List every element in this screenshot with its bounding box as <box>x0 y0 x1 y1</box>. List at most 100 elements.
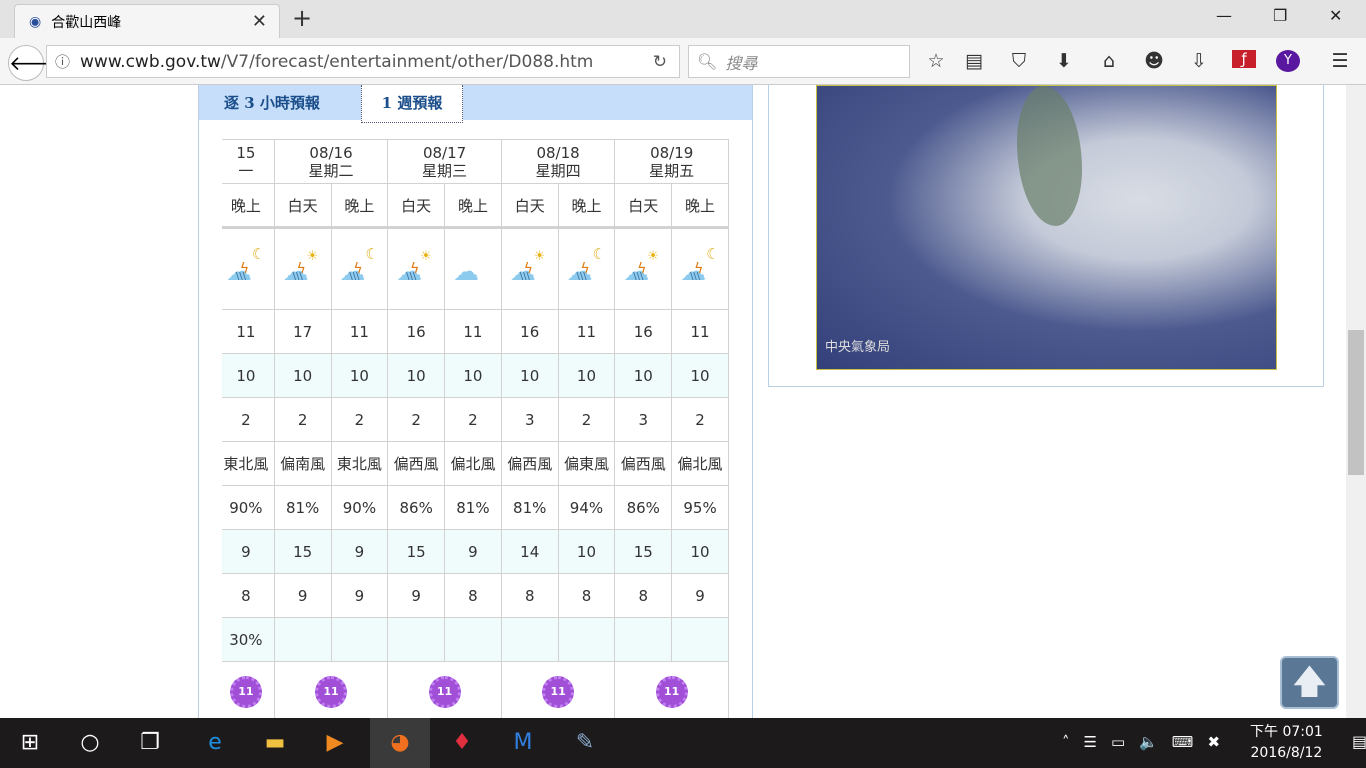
data-cell: 2 <box>444 397 502 442</box>
data-cell: 94% <box>557 485 616 530</box>
data-cell: 81% <box>444 485 502 530</box>
search-input[interactable]: 🔍︎ 搜尋 <box>688 45 910 78</box>
data-cell: 11 <box>222 309 275 354</box>
data-cell <box>444 617 502 662</box>
back-to-top-button[interactable]: 🡅 <box>1280 656 1339 709</box>
bookmark-star-icon[interactable]: ☆ <box>924 50 948 72</box>
data-cell: 10 <box>222 353 275 398</box>
reading-list-icon[interactable]: ▤ <box>962 50 986 72</box>
data-cell: 11 <box>671 309 729 354</box>
download-helper-icon[interactable]: ⇩ <box>1187 50 1211 72</box>
data-cell: 10 <box>671 353 729 398</box>
table-row: 30% <box>222 617 729 662</box>
data-cell: 10 <box>614 353 673 398</box>
data-cell: 2 <box>557 397 616 442</box>
data-cell: 9 <box>387 573 446 618</box>
data-cell: 8 <box>444 573 502 618</box>
data-cell: 81% <box>273 485 332 530</box>
data-cell <box>671 617 729 662</box>
tab-title: 合歡山西峰 <box>51 14 122 31</box>
data-cell: 偏西風 <box>387 441 446 486</box>
info-icon[interactable]: ⓘ <box>55 51 70 72</box>
satellite-image[interactable]: 中央氣象局 <box>816 85 1277 370</box>
data-cell: 11 <box>444 309 502 354</box>
search-icon: 🔍︎ <box>697 52 718 71</box>
data-cell: 8 <box>557 573 616 618</box>
system-tray-icons[interactable]: ˄☰▭🔈⌨✖ <box>1062 733 1234 751</box>
firefox-icon[interactable]: ◕ <box>385 730 415 755</box>
data-cell: 15 <box>273 529 332 574</box>
date-header: 08/19 星期五 <box>614 139 729 184</box>
clock[interactable]: 下午 07:01 2016/8/12 <box>1250 722 1323 764</box>
data-cell: 10 <box>444 353 502 398</box>
new-tab-button[interactable]: + <box>292 4 312 32</box>
scrollbar-thumb[interactable] <box>1348 330 1364 475</box>
task-view-icon[interactable]: ❐ <box>135 730 165 755</box>
data-cell: 偏北風 <box>671 441 729 486</box>
data-cell <box>500 617 559 662</box>
data-cell: 11 <box>557 309 616 354</box>
data-cell: 9 <box>222 529 275 574</box>
paint-icon[interactable]: ✎ <box>570 730 600 755</box>
restore-button[interactable]: ❐ <box>1273 6 1287 25</box>
chat-icon[interactable]: ☻ <box>1142 50 1166 72</box>
uv-index-icon: 11 <box>387 661 502 718</box>
date-header: 08/18 星期四 <box>500 139 616 184</box>
home-icon[interactable]: ⌂ <box>1097 50 1121 72</box>
pocket-icon[interactable]: ⛉ <box>1007 50 1031 72</box>
data-cell: 90% <box>330 485 389 530</box>
data-cell: 11 <box>330 309 389 354</box>
table-row: 10 10 10 10 10 10 10 10 10 <box>222 353 729 398</box>
data-cell: 81% <box>500 485 559 530</box>
url-bar[interactable]: ⓘ www.cwb.gov.tw/V7/forecast/entertainme… <box>46 45 680 78</box>
data-cell: 17 <box>273 309 332 354</box>
period-cell: 晚上 <box>330 183 389 228</box>
data-cell: 8 <box>614 573 673 618</box>
data-cell: 9 <box>330 529 389 574</box>
flash-icon[interactable]: ƒ <box>1232 50 1256 68</box>
gem-app-icon[interactable]: ♦ <box>447 730 477 755</box>
back-button[interactable]: 🡐 <box>8 45 63 81</box>
minimize-button[interactable]: — <box>1216 6 1232 25</box>
menu-icon[interactable]: ☰ <box>1328 50 1352 72</box>
tab-3-hour[interactable]: 逐 3 小時預報 <box>224 85 320 123</box>
tab-1-week[interactable]: 1 週預報 <box>361 85 463 123</box>
data-cell: 16 <box>500 309 559 354</box>
data-cell: 2 <box>671 397 729 442</box>
data-cell <box>387 617 446 662</box>
data-cell: 10 <box>273 353 332 398</box>
site-favicon-icon: ◉ <box>29 13 42 30</box>
date-header: 08/16 星期二 <box>273 139 389 184</box>
weather-cloud-thunder-moon-icon: ☾ ☁ ϟ \\\ <box>671 227 729 310</box>
data-cell <box>330 617 389 662</box>
yahoo-icon[interactable]: Y <box>1276 50 1300 72</box>
start-icon[interactable]: ⊞ <box>15 730 45 755</box>
media-player-icon[interactable]: ▶ <box>320 730 350 755</box>
data-cell: 8 <box>500 573 559 618</box>
data-cell: 10 <box>387 353 446 398</box>
data-cell: 30% <box>222 617 275 662</box>
browser-tab[interactable]: ◉ 合歡山西峰 ✕ <box>14 4 280 38</box>
close-window-button[interactable]: ✕ <box>1329 6 1342 25</box>
table-row: 東北風 偏南風 東北風 偏西風 偏北風 偏西風 偏東風 偏西風 偏北風 <box>222 441 729 486</box>
clock-time: 下午 07:01 <box>1250 724 1323 740</box>
data-cell: 3 <box>614 397 673 442</box>
m-app-icon[interactable]: M <box>508 730 538 755</box>
table-row: 90% 81% 90% 86% 81% 81% 94% 86% 95% <box>222 485 729 530</box>
period-cell: 晚上 <box>557 183 616 228</box>
period-cell: 白天 <box>500 183 559 228</box>
weather-cloud-thunder-moon-icon: ☾ ☁ ϟ \\\ <box>557 227 616 310</box>
uv-index-icon: 11 <box>273 661 389 718</box>
file-explorer-icon[interactable]: ▬ <box>260 730 290 755</box>
data-cell: 9 <box>444 529 502 574</box>
close-tab-icon[interactable]: ✕ <box>252 11 267 32</box>
search-icon[interactable]: ○ <box>75 730 105 755</box>
data-cell: 2 <box>387 397 446 442</box>
download-icon[interactable]: ⬇ <box>1052 50 1076 72</box>
satellite-watermark: 中央氣象局 <box>825 340 891 355</box>
data-cell: 14 <box>500 529 559 574</box>
notifications-icon[interactable]: ▤ <box>1352 732 1366 751</box>
edge-icon[interactable]: e <box>200 730 230 755</box>
reload-icon[interactable]: ↻ <box>653 52 667 72</box>
data-cell: 95% <box>671 485 729 530</box>
